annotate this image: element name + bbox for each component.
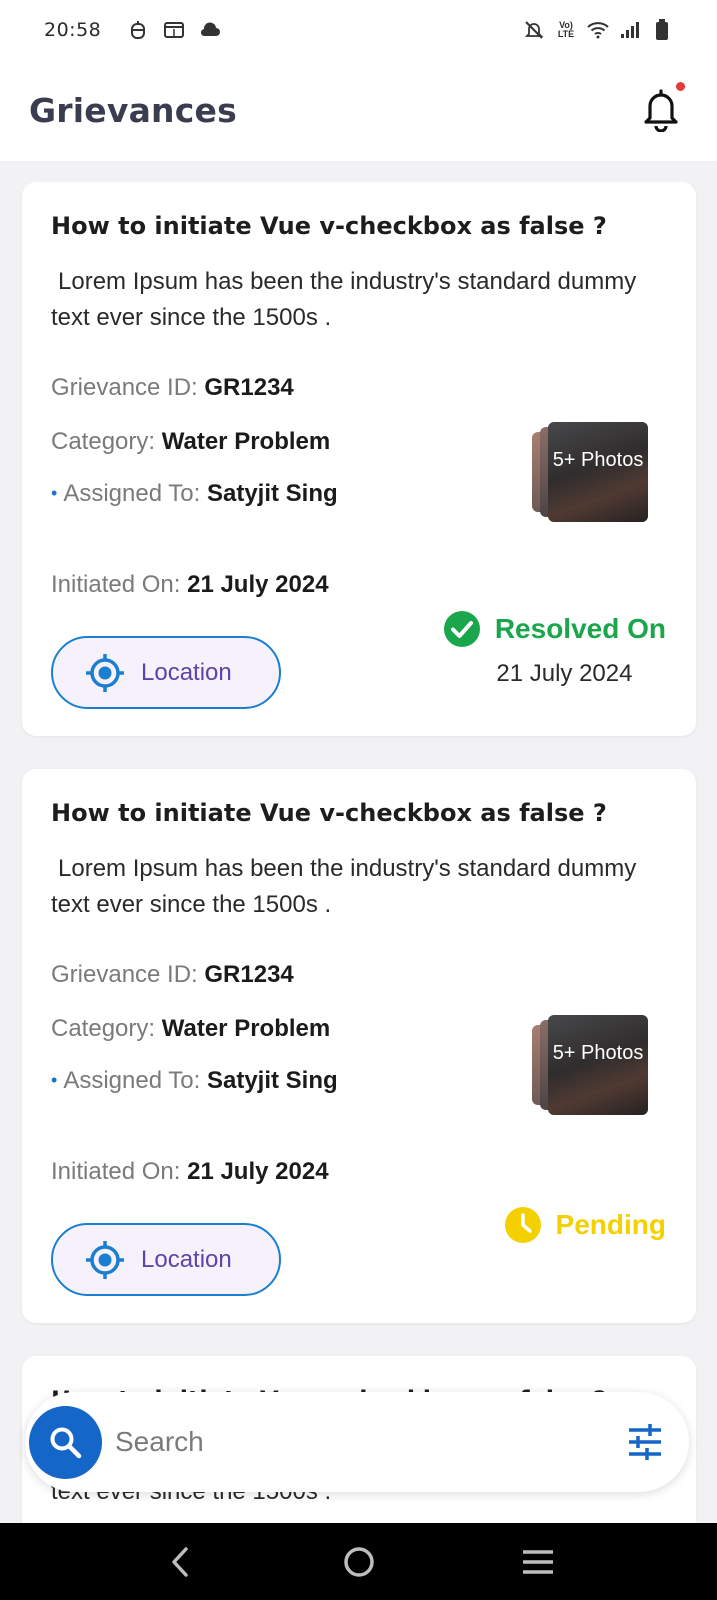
assigned-value: Satyjit Sing [206, 480, 338, 507]
card-title: How to initiate Vue v-checkbox as false … [51, 212, 607, 240]
bell-off-icon [523, 19, 545, 41]
photos-count-label: 5+ Photos [552, 1042, 644, 1064]
photos-thumbnail[interactable]: 5+ Photos [532, 422, 650, 522]
nav-recents-button[interactable] [508, 1532, 568, 1592]
page-title: Grievances [29, 91, 237, 130]
location-button[interactable]: Location [51, 636, 281, 709]
assigned-row: • Assigned To: Satyjit Sing [51, 476, 341, 513]
location-button[interactable]: Location [51, 1223, 281, 1296]
grievance-card[interactable]: How to initiate Vue v-checkbox as false … [22, 182, 696, 736]
grievance-id-label: Grievance ID: [51, 374, 198, 401]
nav-back-button[interactable] [150, 1532, 210, 1592]
back-icon [171, 1546, 188, 1577]
status-date: 21 July 2024 [496, 660, 633, 687]
tab-icon [163, 19, 185, 41]
status-right-icons: Vo) LTE [523, 19, 673, 41]
card-title: How to initiate Vue v-checkbox as false … [51, 799, 607, 827]
check-circle-icon [443, 611, 480, 647]
search-input[interactable] [115, 1420, 555, 1464]
category-value: Water Problem [161, 428, 331, 455]
status-block: Resolved On 21 July 2024 [443, 610, 666, 688]
system-nav-bar [0, 1523, 717, 1600]
grievance-list[interactable]: How to initiate Vue v-checkbox as false … [0, 161, 717, 1523]
grievance-id-value: GR1234 [204, 374, 294, 401]
grievance-id-row: Grievance ID: GR1234 [51, 961, 294, 989]
clock-icon [504, 1207, 541, 1243]
category-row: Category: Water Problem [51, 428, 330, 456]
assigned-label: Assigned To: [63, 480, 201, 507]
assigned-row: • Assigned To: Satyjit Sing [51, 1063, 341, 1100]
photo-stack-front [548, 1015, 648, 1115]
category-label: Category: [51, 1015, 156, 1042]
app-header: Grievances [0, 60, 717, 161]
status-left-icons [127, 19, 221, 41]
search-icon [50, 1427, 81, 1458]
card-description: Lorem Ipsum has been the industry's stan… [51, 268, 637, 331]
grievance-id-value: GR1234 [204, 961, 294, 988]
photos-thumbnail[interactable]: 5+ Photos [532, 1015, 650, 1115]
category-label: Category: [51, 428, 156, 455]
home-icon [343, 1546, 374, 1577]
photo-stack-front [548, 422, 648, 522]
initiated-value: 21 July 2024 [187, 571, 329, 598]
status-line: Resolved On [443, 610, 666, 648]
bullet: • [51, 483, 58, 503]
assigned-value: Satyjit Sing [206, 1067, 338, 1094]
bullet: • [51, 1070, 58, 1090]
bell-icon [644, 89, 678, 133]
status-block: Pending [504, 1206, 666, 1244]
signal-icon [619, 19, 641, 41]
nav-home-button[interactable] [329, 1532, 389, 1592]
category-value: Water Problem [161, 1015, 331, 1042]
recents-icon [522, 1549, 553, 1574]
status-time: 20:58 [44, 19, 102, 41]
initiated-label: Initiated On: [51, 1158, 181, 1185]
initiated-value: 21 July 2024 [187, 1158, 329, 1185]
card-description: Lorem Ipsum has been the industry's stan… [51, 855, 637, 918]
bug-icon [127, 19, 149, 41]
location-label: Location [141, 658, 232, 686]
notification-dot [676, 82, 685, 91]
grievance-card[interactable]: How to initiate Vue v-checkbox as false … [22, 769, 696, 1323]
status-line: Pending [504, 1206, 666, 1244]
target-icon [86, 1240, 124, 1279]
search-bar[interactable] [25, 1392, 689, 1492]
status-bar: 20:58 Vo) LTE [0, 0, 717, 60]
filter-button[interactable] [625, 1422, 665, 1462]
grievance-id-label: Grievance ID: [51, 961, 198, 988]
assigned-label: Assigned To: [63, 1067, 201, 1094]
grievance-id-row: Grievance ID: GR1234 [51, 374, 294, 402]
search-button[interactable] [29, 1406, 102, 1479]
notification-button[interactable] [641, 82, 685, 133]
volte-icon: Vo) LTE [557, 20, 575, 39]
status-text: Resolved On [494, 613, 666, 644]
initiated-row: Initiated On: 21 July 2024 [51, 571, 329, 599]
status-text: Pending [555, 1209, 666, 1240]
wifi-icon [587, 19, 609, 41]
initiated-label: Initiated On: [51, 571, 181, 598]
initiated-row: Initiated On: 21 July 2024 [51, 1158, 329, 1186]
category-row: Category: Water Problem [51, 1015, 330, 1043]
location-label: Location [141, 1245, 232, 1273]
cloud-icon [199, 19, 221, 41]
battery-icon [651, 19, 673, 41]
target-icon [86, 653, 124, 692]
photos-count-label: 5+ Photos [552, 449, 644, 471]
filter-icon [629, 1424, 661, 1460]
